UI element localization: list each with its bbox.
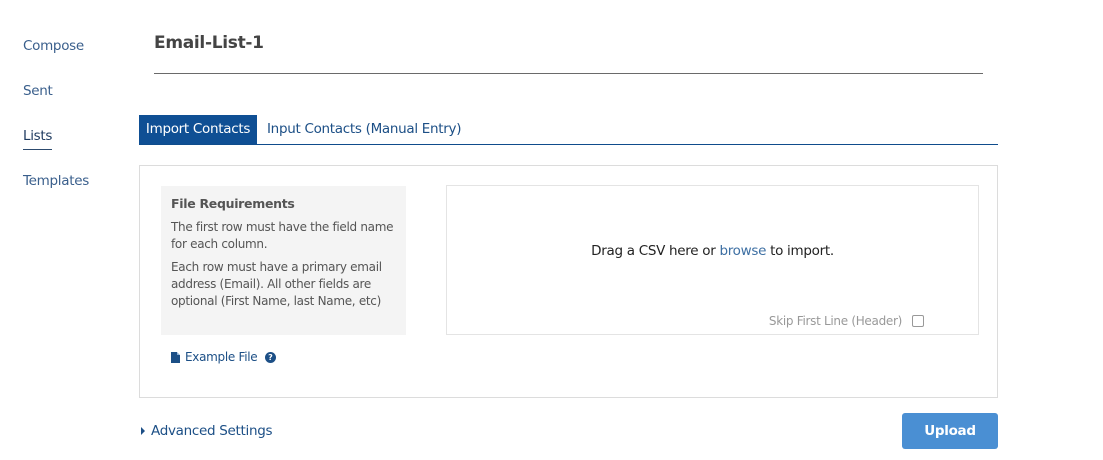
skip-first-line-label: Skip First Line (Header)	[768, 314, 902, 328]
import-panel: File Requirements The first row must hav…	[139, 165, 998, 398]
file-icon	[171, 351, 180, 363]
dropzone-text-after: to import.	[766, 243, 834, 259]
sidebar-item-compose[interactable]: Compose	[23, 38, 84, 54]
sidebar-item-templates[interactable]: Templates	[23, 173, 89, 189]
csv-dropzone[interactable]: Drag a CSV here or browse to import. Ski…	[446, 185, 979, 335]
requirement-text-2: Each row must have a primary email addre…	[171, 260, 382, 308]
file-requirements-box: File Requirements The first row must hav…	[161, 186, 406, 335]
dropzone-text: Drag a CSV here or browse to import.	[447, 243, 978, 259]
dropzone-text-before: Drag a CSV here or	[591, 243, 720, 259]
question-circle-icon[interactable]: ?	[265, 352, 276, 363]
title-divider	[154, 73, 983, 74]
file-requirements-title: File Requirements	[171, 196, 295, 211]
caret-right-icon	[141, 427, 145, 435]
upload-button[interactable]: Upload	[902, 413, 998, 449]
page-title: Email-List-1	[154, 33, 264, 53]
sidebar-item-lists[interactable]: Lists	[23, 128, 52, 150]
browse-link[interactable]: browse	[719, 243, 766, 259]
requirement-text-1: The first row must have the field name f…	[171, 220, 394, 251]
example-file-label: Example File	[185, 350, 258, 364]
skip-first-line-checkbox[interactable]	[912, 315, 924, 327]
tab-input-contacts-manual[interactable]: Input Contacts (Manual Entry)	[267, 115, 462, 144]
sidebar-item-sent[interactable]: Sent	[23, 83, 53, 99]
advanced-settings-toggle[interactable]: Advanced Settings	[141, 423, 273, 439]
tab-bar: Import Contacts Input Contacts (Manual E…	[139, 115, 998, 145]
tab-import-contacts[interactable]: Import Contacts	[139, 115, 257, 144]
advanced-settings-label: Advanced Settings	[151, 423, 273, 439]
example-file-link[interactable]: Example File	[171, 350, 258, 364]
